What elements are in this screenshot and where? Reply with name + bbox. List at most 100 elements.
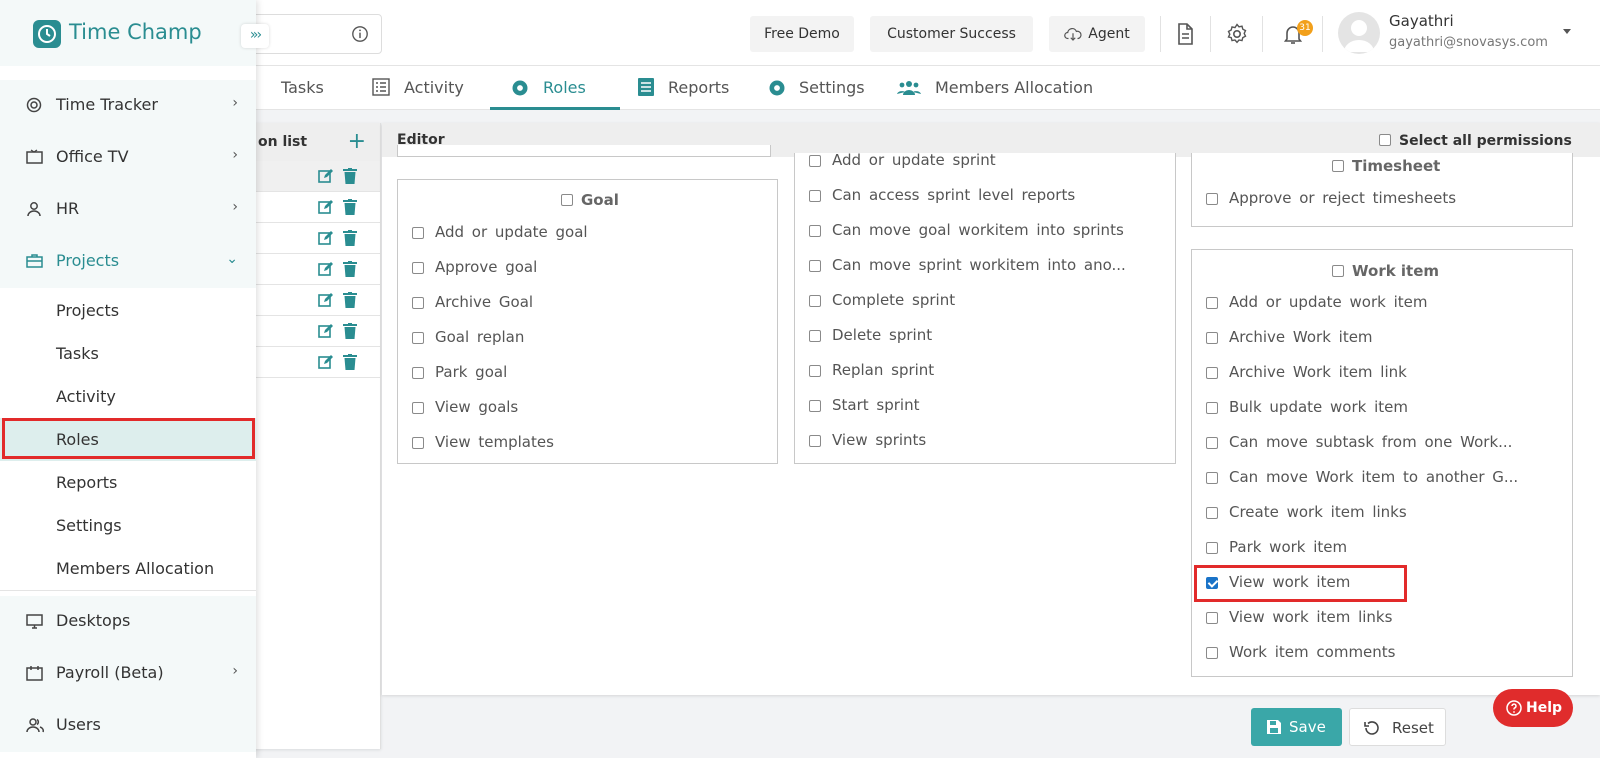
permission-item[interactable]: Can access sprint level reports bbox=[809, 186, 1075, 204]
edit-icon[interactable] bbox=[318, 262, 334, 277]
sidebar-collapse-button[interactable]: »› bbox=[241, 24, 269, 48]
permission-item[interactable]: Archive Work item bbox=[1206, 328, 1373, 346]
role-row[interactable] bbox=[252, 223, 380, 254]
gear-icon[interactable] bbox=[1225, 22, 1249, 46]
permission-item[interactable]: Add or update goal bbox=[412, 223, 588, 241]
sidebar-subitem-settings[interactable]: Settings bbox=[0, 504, 256, 547]
permission-checkbox[interactable] bbox=[809, 365, 821, 377]
group-checkbox[interactable] bbox=[561, 194, 573, 206]
permission-group-title[interactable]: Timesheet bbox=[1332, 157, 1440, 175]
sidebar-subitem-members-allocation[interactable]: Members Allocation bbox=[0, 547, 256, 590]
trash-icon[interactable] bbox=[343, 292, 357, 308]
sidebar-item-payroll[interactable]: Payroll (Beta) › bbox=[0, 648, 256, 700]
permission-checkbox[interactable] bbox=[809, 225, 821, 237]
permission-group-title[interactable]: Goal bbox=[561, 191, 619, 209]
permission-checkbox[interactable] bbox=[1206, 437, 1218, 449]
permission-item[interactable]: Archive Goal bbox=[412, 293, 533, 311]
permission-checkbox[interactable] bbox=[412, 402, 424, 414]
permission-checkbox[interactable] bbox=[412, 262, 424, 274]
permission-checkbox[interactable] bbox=[1206, 507, 1218, 519]
sidebar-item-hr[interactable]: HR › bbox=[0, 184, 256, 236]
save-button[interactable]: Save bbox=[1251, 708, 1342, 746]
trash-icon[interactable] bbox=[343, 354, 357, 370]
free-demo-button[interactable]: Free Demo bbox=[750, 16, 854, 52]
sidebar-item-desktops[interactable]: Desktops bbox=[0, 596, 256, 648]
sidebar-item-time-tracker[interactable]: Time Tracker › bbox=[0, 80, 256, 132]
permission-checkbox[interactable] bbox=[1206, 472, 1218, 484]
permission-item[interactable]: Archive Work item link bbox=[1206, 363, 1407, 381]
sidebar-item-users[interactable]: Users bbox=[0, 700, 256, 752]
permission-item[interactable]: Goal replan bbox=[412, 328, 524, 346]
permission-checkbox[interactable] bbox=[809, 260, 821, 272]
permission-item[interactable]: Delete sprint bbox=[809, 326, 932, 344]
permission-checkbox[interactable] bbox=[1206, 367, 1218, 379]
permission-checkbox[interactable] bbox=[1206, 647, 1218, 659]
sidebar-subitem-activity[interactable]: Activity bbox=[0, 375, 256, 418]
role-row[interactable] bbox=[252, 347, 380, 378]
role-row[interactable] bbox=[252, 316, 380, 347]
trash-icon[interactable] bbox=[343, 323, 357, 339]
trash-icon[interactable] bbox=[343, 230, 357, 246]
permission-item[interactable]: View goals bbox=[412, 398, 518, 416]
permission-checkbox[interactable] bbox=[412, 437, 424, 449]
customer-success-button[interactable]: Customer Success bbox=[870, 16, 1033, 52]
permission-item[interactable]: Work item comments bbox=[1206, 643, 1396, 661]
permission-item[interactable]: Add or update sprint bbox=[809, 151, 996, 169]
permission-item[interactable]: Can move sprint workitem into ano... bbox=[809, 256, 1126, 274]
permission-checkbox[interactable] bbox=[1206, 332, 1218, 344]
tab-reports[interactable]: Reports bbox=[636, 66, 736, 110]
sidebar-subitem-reports[interactable]: Reports bbox=[0, 461, 256, 504]
permission-checkbox[interactable] bbox=[1206, 612, 1218, 624]
permission-item[interactable]: Approve or reject timesheets bbox=[1206, 189, 1456, 207]
permission-checkbox[interactable] bbox=[412, 227, 424, 239]
role-row[interactable] bbox=[252, 285, 380, 316]
avatar[interactable] bbox=[1338, 12, 1380, 54]
permission-item[interactable]: Start sprint bbox=[809, 396, 919, 414]
permission-item[interactable]: View work item links bbox=[1206, 608, 1392, 626]
role-row[interactable] bbox=[252, 161, 380, 192]
caret-down-icon[interactable] bbox=[1562, 28, 1572, 36]
permission-item[interactable]: View templates bbox=[412, 433, 554, 451]
permission-checkbox[interactable] bbox=[412, 367, 424, 379]
sidebar-item-office-tv[interactable]: Office TV › bbox=[0, 132, 256, 184]
permission-checkbox[interactable] bbox=[1206, 402, 1218, 414]
trash-icon[interactable] bbox=[343, 199, 357, 215]
tab-activity[interactable]: Activity bbox=[370, 66, 490, 110]
permission-checkbox[interactable] bbox=[1206, 542, 1218, 554]
edit-icon[interactable] bbox=[318, 293, 334, 308]
role-row[interactable] bbox=[252, 192, 380, 223]
permission-item[interactable]: Can move subtask from one Work... bbox=[1206, 433, 1512, 451]
permission-item[interactable]: Park goal bbox=[412, 363, 507, 381]
tab-members-allocation[interactable]: Members Allocation bbox=[897, 66, 1097, 110]
permission-item[interactable]: Can move Work item to another G... bbox=[1206, 468, 1518, 486]
permission-item[interactable]: Add or update work item bbox=[1206, 293, 1428, 311]
edit-icon[interactable] bbox=[318, 200, 334, 215]
permission-checkbox[interactable] bbox=[809, 330, 821, 342]
edit-icon[interactable] bbox=[318, 231, 334, 246]
edit-icon[interactable] bbox=[318, 169, 334, 184]
sidebar-subitem-tasks[interactable]: Tasks bbox=[0, 332, 256, 375]
sidebar-subitem-projects[interactable]: Projects bbox=[0, 289, 256, 332]
permission-checkbox[interactable] bbox=[809, 400, 821, 412]
permission-checkbox[interactable] bbox=[1206, 297, 1218, 309]
group-checkbox[interactable] bbox=[1332, 265, 1344, 277]
permission-checkbox[interactable] bbox=[412, 332, 424, 344]
select-all-permissions[interactable]: Select all permissions bbox=[1379, 133, 1572, 149]
permission-item[interactable]: Approve goal bbox=[412, 258, 537, 276]
permission-item[interactable]: Create work item links bbox=[1206, 503, 1407, 521]
permission-checkbox[interactable] bbox=[809, 435, 821, 447]
add-role-button[interactable]: + bbox=[348, 129, 366, 154]
document-icon[interactable] bbox=[1173, 22, 1197, 46]
permission-item[interactable]: View sprints bbox=[809, 431, 926, 449]
info-icon[interactable] bbox=[351, 25, 369, 43]
permission-item[interactable]: Bulk update work item bbox=[1206, 398, 1408, 416]
permission-item[interactable]: Complete sprint bbox=[809, 291, 955, 309]
edit-icon[interactable] bbox=[318, 324, 334, 339]
permission-item[interactable]: Replan sprint bbox=[809, 361, 934, 379]
permission-checkbox[interactable] bbox=[809, 190, 821, 202]
agent-button[interactable]: Agent bbox=[1049, 16, 1145, 52]
permission-group-title[interactable]: Work item bbox=[1332, 262, 1439, 280]
trash-icon[interactable] bbox=[343, 168, 357, 184]
permission-item[interactable]: Park work item bbox=[1206, 538, 1347, 556]
sidebar-item-projects[interactable]: Projects ⌄ bbox=[0, 236, 256, 288]
